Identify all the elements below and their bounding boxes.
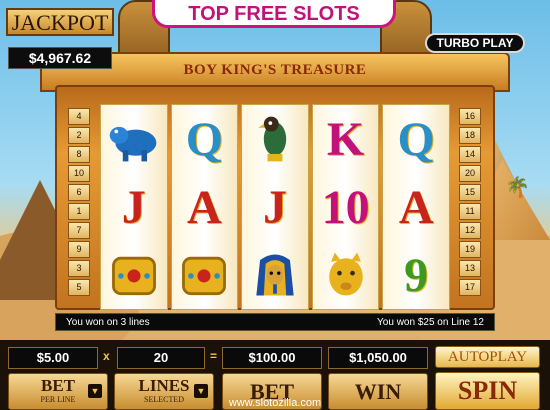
payline-number[interactable]: 2 bbox=[68, 127, 90, 144]
payline-number[interactable]: 8 bbox=[68, 146, 90, 163]
hippo-symbol bbox=[101, 105, 167, 173]
letter-symbol: K bbox=[326, 112, 365, 166]
payline-number[interactable]: 16 bbox=[459, 108, 481, 125]
payline-number[interactable]: 15 bbox=[459, 184, 481, 201]
win-amount-message: You won $25 on Line 12 bbox=[377, 316, 484, 328]
payline-number[interactable]: 12 bbox=[459, 222, 481, 239]
slot-game: 🌴 BOY KING'S TREASURE TOP FREE SLOTS JAC… bbox=[0, 0, 550, 410]
payline-indicators-left: 4 2 8 10 6 1 7 9 3 5 bbox=[68, 108, 90, 298]
falcon-symbol bbox=[242, 105, 308, 173]
payline-number[interactable]: 20 bbox=[459, 165, 481, 182]
payline-number[interactable]: 13 bbox=[459, 260, 481, 277]
letter-symbol: 9 bbox=[404, 248, 429, 302]
bet-per-line-dropdown-icon[interactable]: ▼ bbox=[88, 384, 102, 398]
game-title: BOY KING'S TREASURE bbox=[183, 62, 367, 78]
letter-symbol: A bbox=[398, 180, 434, 234]
lines-value: 20 bbox=[117, 347, 205, 369]
pharaoh-mask-symbol bbox=[242, 241, 308, 309]
jackpot-label: JACKPOT bbox=[6, 8, 114, 36]
payline-number[interactable]: 14 bbox=[459, 146, 481, 163]
reel: QA 9 bbox=[382, 104, 450, 310]
letter-symbol: J bbox=[262, 180, 287, 234]
lioness-symbol bbox=[313, 241, 379, 309]
payline-number[interactable]: 11 bbox=[459, 203, 481, 220]
bracelet-symbol bbox=[101, 241, 167, 309]
reel: J bbox=[241, 104, 309, 310]
multiply-sign: x bbox=[103, 349, 110, 363]
bet-per-line-value: $5.00 bbox=[8, 347, 98, 369]
payline-number[interactable]: 6 bbox=[68, 184, 90, 201]
payline-number[interactable]: 19 bbox=[459, 241, 481, 258]
payline-number[interactable]: 1 bbox=[68, 203, 90, 220]
payline-number[interactable]: 10 bbox=[68, 165, 90, 182]
win-value: $1,050.00 bbox=[328, 347, 428, 369]
payline-number[interactable]: 9 bbox=[68, 241, 90, 258]
reels: J Q A J K 10 Q A 9 bbox=[100, 104, 450, 310]
letter-symbol: Q bbox=[397, 112, 435, 166]
payline-number[interactable]: 4 bbox=[68, 108, 90, 125]
bracelet-symbol bbox=[172, 241, 238, 309]
letter-symbol: 10 bbox=[321, 180, 370, 234]
equals-sign: = bbox=[210, 349, 218, 363]
letter-symbol: A bbox=[187, 180, 222, 234]
autoplay-button[interactable]: AUTOPLAY bbox=[435, 346, 540, 368]
payline-number[interactable]: 7 bbox=[68, 222, 90, 239]
payline-number[interactable]: 5 bbox=[68, 279, 90, 296]
win-lines-message: You won on 3 lines bbox=[66, 316, 150, 328]
top-banner: TOP FREE SLOTS bbox=[152, 0, 396, 28]
payline-indicators-right: 16 18 14 20 15 11 12 19 13 17 bbox=[459, 108, 481, 298]
total-bet-value: $100.00 bbox=[222, 347, 322, 369]
payline-number[interactable]: 18 bbox=[459, 127, 481, 144]
message-bar: You won on 3 lines You won $25 on Line 1… bbox=[55, 313, 495, 331]
lines-dropdown-icon[interactable]: ▼ bbox=[194, 384, 208, 398]
reel: J bbox=[100, 104, 168, 310]
reel: K 10 bbox=[311, 104, 380, 310]
letter-symbol: J bbox=[121, 180, 146, 234]
turbo-play-button[interactable]: TURBO PLAY bbox=[425, 33, 525, 53]
payline-number[interactable]: 17 bbox=[459, 279, 481, 296]
palm-tree-icon: 🌴 bbox=[505, 177, 530, 199]
payline-number[interactable]: 3 bbox=[68, 260, 90, 277]
jackpot-value: $4,967.62 bbox=[8, 47, 112, 69]
letter-symbol: Q bbox=[185, 112, 224, 166]
reel: QA bbox=[170, 104, 239, 310]
website-url: www.slotozilla.com bbox=[228, 397, 322, 409]
spin-button[interactable]: SPIN bbox=[435, 372, 540, 410]
